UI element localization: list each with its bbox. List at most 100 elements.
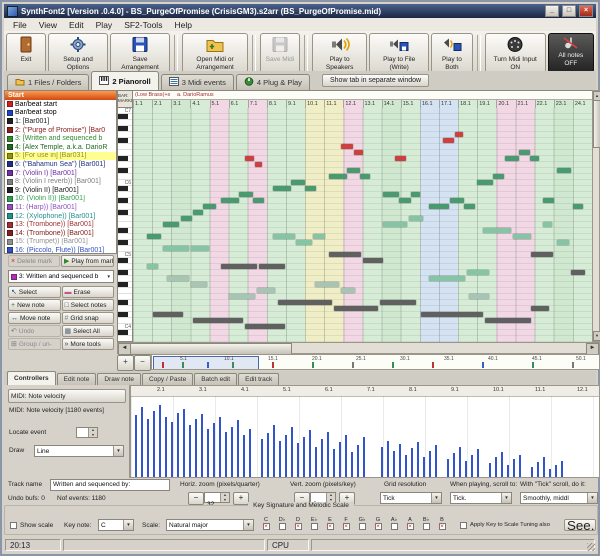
velocity-stem[interactable] <box>429 451 431 477</box>
scale-note-a[interactable]: A♭ <box>386 517 402 530</box>
menu-file[interactable]: File <box>7 19 33 31</box>
midi-note[interactable] <box>513 234 531 239</box>
ruler-bar-cell[interactable]: 15.1 <box>401 100 420 108</box>
velocity-stem[interactable] <box>381 447 383 477</box>
midi-note[interactable] <box>421 312 483 317</box>
midi-note[interactable] <box>360 174 370 179</box>
ruler-bar-cell[interactable]: 24.1 <box>573 100 592 108</box>
scale-note-c[interactable]: C× <box>258 517 274 530</box>
pianoroll-canvas[interactable] <box>133 108 592 342</box>
legend-bar-beat-start[interactable]: Bar/beat start <box>5 100 116 109</box>
scale-note-b[interactable]: B♭ <box>418 517 434 530</box>
legend-bar-beat-stop[interactable]: Bar/beat stop <box>5 109 116 118</box>
velocity-stem[interactable] <box>537 462 539 477</box>
track-row[interactable]: 10: (Violin II)) [Bar001] <box>5 195 116 204</box>
scale-note-e[interactable]: E♭ <box>306 517 322 530</box>
velocity-stem[interactable] <box>147 419 149 477</box>
midi-note[interactable] <box>571 270 585 275</box>
ruler-bar-cell[interactable]: 3.1 <box>171 100 190 108</box>
velocity-stem[interactable] <box>471 455 473 477</box>
scroll-down-arrow[interactable]: ▼ <box>593 331 600 341</box>
velocity-stem[interactable] <box>561 461 563 477</box>
locate-event-spinner[interactable]: ▲▼ <box>76 427 98 438</box>
midi-note[interactable] <box>315 282 339 287</box>
midi-note[interactable] <box>296 240 312 245</box>
velocity-stem[interactable] <box>249 429 251 477</box>
tab-batch-edit[interactable]: Batch edit <box>194 373 237 385</box>
velocity-stem[interactable] <box>405 455 407 477</box>
ruler-bar-cell[interactable]: 13.1 <box>363 100 382 108</box>
scale-note-checkbox[interactable] <box>279 523 286 530</box>
midi-note[interactable] <box>573 204 583 209</box>
velocity-stem[interactable] <box>333 449 335 477</box>
spinner-arrows-icon[interactable]: ▲▼ <box>326 493 335 502</box>
menu-sf2-tools[interactable]: SF2-Tools <box>118 19 168 31</box>
midi-note[interactable] <box>191 246 209 251</box>
ruler-bar-cell[interactable]: 7.1 <box>248 100 267 108</box>
midi-note[interactable] <box>469 294 489 299</box>
midi-note[interactable] <box>334 306 378 311</box>
overview-view-range[interactable] <box>153 356 259 370</box>
velocity-stem[interactable] <box>207 429 209 477</box>
tab-draw-note[interactable]: Draw note <box>97 373 141 385</box>
track-row[interactable]: 16: (Piccolo, Flute)) [Bar001] <box>5 246 116 254</box>
velocity-stem[interactable] <box>417 442 419 477</box>
velocity-stem[interactable] <box>135 415 137 477</box>
midi-note[interactable] <box>147 264 158 269</box>
group-un-button[interactable]: ⊞Group / un- <box>8 338 61 350</box>
move-note-button[interactable]: ↔Move note <box>8 312 61 324</box>
horizontal-scrollbar[interactable]: ◄ ► <box>117 342 600 354</box>
midi-note[interactable] <box>257 288 275 293</box>
track-row[interactable]: 6: ("Bahamun Sea") [Bar001] <box>5 160 116 169</box>
velocity-stem[interactable] <box>459 447 461 477</box>
midi-note[interactable] <box>221 198 239 203</box>
scale-note-checkbox[interactable]: × <box>263 523 270 530</box>
midi-note[interactable] <box>493 174 504 179</box>
ruler-bar-cell[interactable]: 9.1 <box>286 100 305 108</box>
velocity-stem[interactable] <box>171 422 173 477</box>
midi-note[interactable] <box>485 318 531 323</box>
midi-note[interactable] <box>341 288 355 293</box>
ruler-bar-cell[interactable]: 18.1 <box>458 100 477 108</box>
midi-note[interactable] <box>329 252 361 257</box>
midi-note[interactable] <box>429 204 449 209</box>
velocity-stem[interactable] <box>519 455 521 477</box>
scale-note-checkbox[interactable] <box>359 523 366 530</box>
midi-note[interactable] <box>253 198 264 203</box>
midi-note[interactable] <box>467 270 489 275</box>
ruler-bar-cell[interactable]: 21.1 <box>516 100 535 108</box>
key-note-combo[interactable]: C▼ <box>98 519 134 531</box>
menu-help[interactable]: Help <box>168 19 197 31</box>
midi-note[interactable] <box>153 312 183 317</box>
velocity-stem[interactable] <box>315 447 317 477</box>
midi-note[interactable] <box>543 198 554 203</box>
midi-note[interactable] <box>543 222 552 227</box>
song-overview-strip[interactable]: 5.110.115.120.125.130.135.140.145.150.1 <box>151 354 600 370</box>
velocity-stem[interactable] <box>219 417 221 477</box>
velocity-stem[interactable] <box>195 419 197 477</box>
velocity-stem[interactable] <box>213 423 215 477</box>
velocity-stem[interactable] <box>531 467 533 477</box>
marker-row[interactable]: (Low Brass(+s a. DarioRamus <box>133 90 592 99</box>
show-tab-separate-button[interactable]: Show tab in separate window <box>322 74 429 87</box>
velocity-stem[interactable] <box>189 425 191 477</box>
ruler-bar-cell[interactable]: 20.1 <box>496 100 515 108</box>
scale-note-checkbox[interactable]: × <box>375 523 382 530</box>
scale-note-e[interactable]: E× <box>322 517 338 530</box>
ruler-bar-cell[interactable]: 14.1 <box>382 100 401 108</box>
velocity-stem[interactable] <box>327 432 329 477</box>
ruler-bar-cell[interactable]: 6.1 <box>229 100 248 108</box>
midi-note[interactable] <box>305 186 316 191</box>
scale-note-checkbox[interactable] <box>423 523 430 530</box>
spinner-arrows-icon[interactable]: ▲▼ <box>88 428 97 437</box>
velocity-stem[interactable] <box>141 407 143 477</box>
scale-note-checkbox[interactable]: × <box>343 523 350 530</box>
velocity-stem[interactable] <box>477 449 479 477</box>
midi-note[interactable] <box>363 258 383 263</box>
tab-controllers[interactable]: Controllers <box>7 371 56 385</box>
velocity-stem[interactable] <box>201 414 203 477</box>
velocity-stem[interactable] <box>543 457 545 477</box>
track-row[interactable]: 4: [Alex Temple, a.k.a. DarioR <box>5 143 116 152</box>
midi-note[interactable] <box>193 210 203 215</box>
scale-note-checkbox[interactable] <box>391 523 398 530</box>
